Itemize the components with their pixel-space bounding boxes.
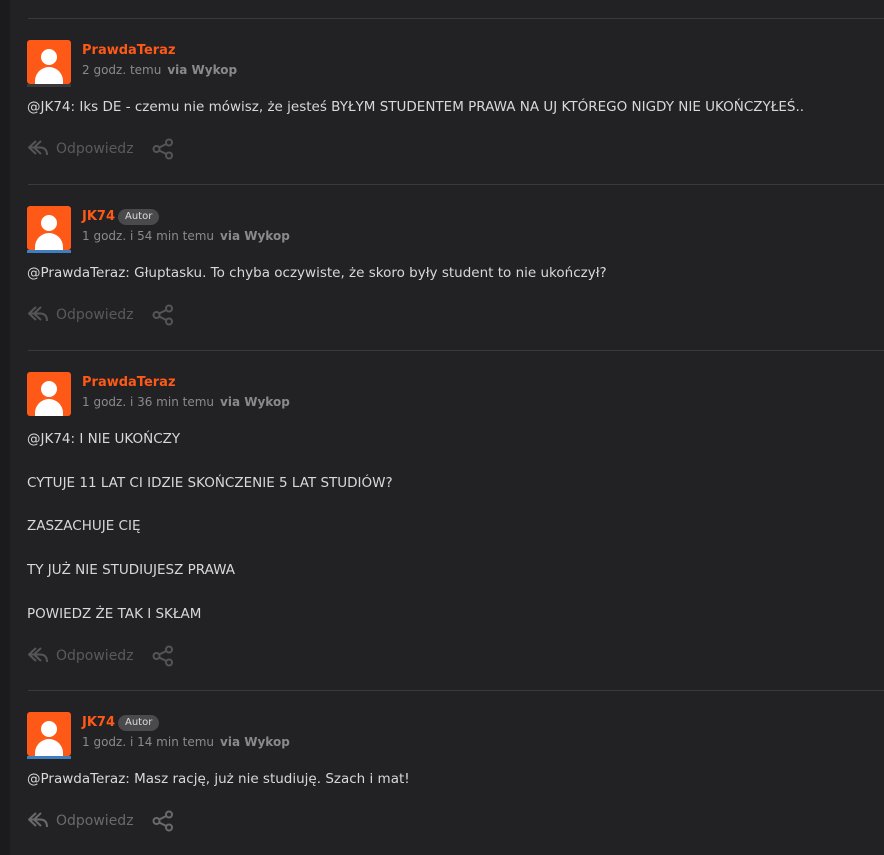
avatar-underline — [27, 250, 71, 253]
reply-icon[interactable] — [27, 810, 49, 830]
reply-button[interactable]: Odpowiedz — [56, 141, 134, 157]
comment-text-line: ZASZACHUJE CIĘ — [27, 518, 141, 534]
comment-text-line: TY JUŻ NIE STUDIUJESZ PRAWA — [27, 562, 235, 578]
avatar-underline — [27, 84, 71, 87]
reply-button[interactable]: Odpowiedz — [56, 813, 134, 829]
comment-text: @PrawdaTeraz: Masz rację, już nie studiu… — [27, 771, 410, 787]
separator — [28, 184, 884, 185]
avatar[interactable] — [27, 206, 71, 250]
timestamp[interactable]: 1 godz. i 14 min temu — [82, 735, 214, 749]
avatar-underline — [27, 756, 71, 759]
reply-icon[interactable] — [27, 138, 49, 158]
via-source[interactable]: via Wykop — [220, 229, 290, 243]
comment-text-line: POWIEDZ ŻE TAK I SKŁAM — [27, 606, 202, 622]
comment-meta: 1 godz. i 36 min temu via Wykop — [82, 395, 290, 409]
author-badge: Autor — [118, 209, 160, 225]
share-icon[interactable] — [152, 645, 174, 667]
comment-thread: PrawdaTeraz 2 godz. temu via Wykop @JK74:… — [10, 0, 884, 855]
via-source[interactable]: via Wykop — [167, 63, 237, 77]
reply-button[interactable]: Odpowiedz — [56, 307, 134, 323]
avatar[interactable] — [27, 40, 71, 84]
share-icon[interactable] — [152, 304, 174, 326]
author-name[interactable]: JK74 — [82, 715, 115, 730]
separator — [28, 690, 884, 691]
timestamp[interactable]: 1 godz. i 36 min temu — [82, 395, 214, 409]
share-icon[interactable] — [152, 810, 174, 832]
avatar[interactable] — [27, 372, 71, 416]
author-name[interactable]: PrawdaTeraz — [82, 375, 176, 390]
avatar[interactable] — [27, 712, 71, 756]
comment-meta: 2 godz. temu via Wykop — [82, 63, 237, 77]
timestamp[interactable]: 2 godz. temu — [82, 63, 161, 77]
reply-icon[interactable] — [27, 304, 49, 324]
comment-text: @JK74: Iks DE - czemu nie mówisz, że jes… — [27, 99, 805, 115]
comment-text-line: CYTUJE 11 LAT CI IDZIE SKOŃCZENIE 5 LAT … — [27, 475, 393, 491]
author-name[interactable]: PrawdaTeraz — [82, 43, 176, 58]
comment-text-line: @JK74: I NIE UKOŃCZY — [27, 431, 181, 447]
reply-icon[interactable] — [27, 645, 49, 665]
author-badge: Autor — [118, 715, 160, 731]
via-source[interactable]: via Wykop — [220, 735, 290, 749]
separator — [28, 18, 884, 19]
timestamp[interactable]: 1 godz. i 54 min temu — [82, 229, 214, 243]
share-icon[interactable] — [152, 138, 174, 160]
via-source[interactable]: via Wykop — [220, 395, 290, 409]
author-name[interactable]: JK74 — [82, 209, 115, 224]
comment-meta: 1 godz. i 54 min temu via Wykop — [82, 229, 290, 243]
comment-meta: 1 godz. i 14 min temu via Wykop — [82, 735, 290, 749]
separator — [28, 350, 884, 351]
comment-text: @PrawdaTeraz: Głuptasku. To chyba oczywi… — [27, 265, 607, 281]
reply-button[interactable]: Odpowiedz — [56, 648, 134, 664]
